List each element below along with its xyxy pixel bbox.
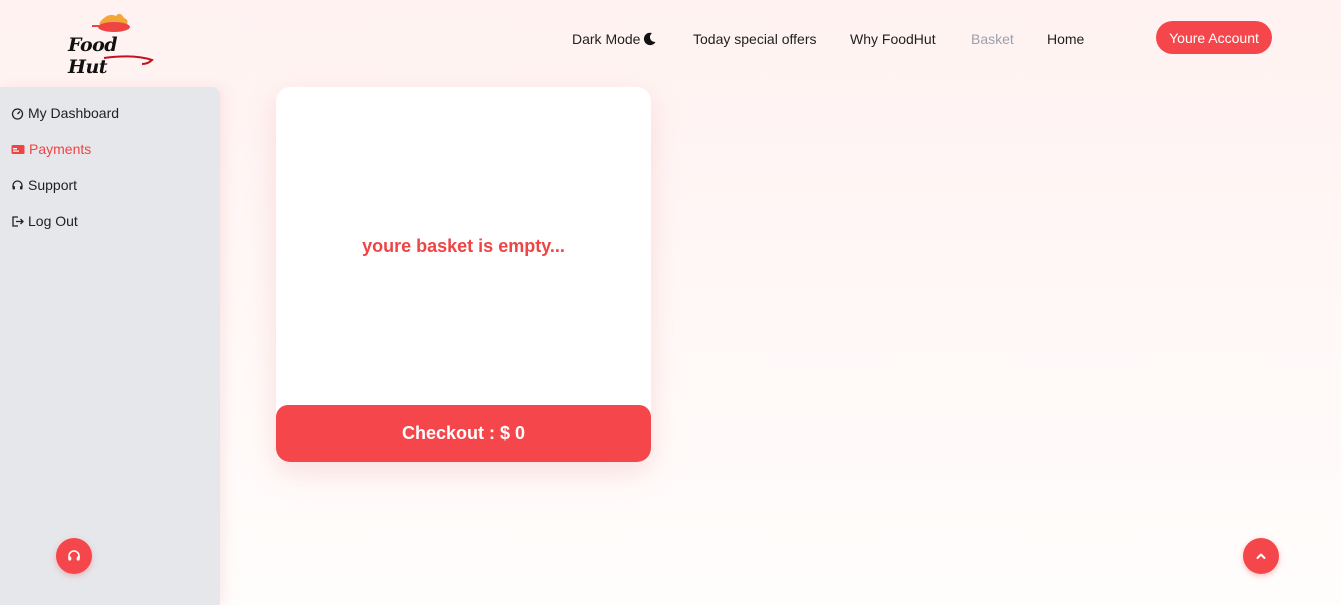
logout-icon: [12, 215, 24, 227]
nav-basket[interactable]: Basket: [971, 31, 1014, 47]
headset-icon: [68, 550, 80, 561]
moon-icon: [644, 32, 656, 46]
basket-empty-message: youre basket is empty...: [362, 236, 565, 256]
sidebar: My Dashboard Payments Support Log Out: [0, 87, 220, 605]
chevron-up-icon: [1256, 553, 1266, 559]
scroll-to-top-button[interactable]: [1243, 538, 1279, 574]
dark-mode-label: Dark Mode: [572, 31, 641, 47]
nav-today-special-offers[interactable]: Today special offers: [693, 31, 816, 47]
sidebar-item-payments[interactable]: Payments: [11, 141, 91, 157]
basket-card: youre basket is empty... Checkout : $ 0: [276, 87, 651, 462]
sidebar-item-support[interactable]: Support: [11, 177, 77, 193]
sidebar-item-label: Support: [28, 177, 78, 193]
sidebar-item-logout[interactable]: Log Out: [11, 213, 78, 229]
sidebar-item-label: Log Out: [28, 213, 78, 229]
nav-why-foodhut[interactable]: Why FoodHut: [850, 31, 936, 47]
sidebar-item-dashboard[interactable]: My Dashboard: [11, 105, 119, 121]
gauge-icon: [11, 107, 24, 120]
sidebar-item-label: Payments: [29, 141, 92, 157]
food-hut-logo[interactable]: Food Hut: [64, 10, 160, 78]
sidebar-item-label: My Dashboard: [28, 105, 120, 121]
brand-name: Food Hut: [68, 34, 118, 78]
support-chat-button[interactable]: [56, 538, 92, 574]
nav-home[interactable]: Home: [1047, 31, 1084, 47]
headset-icon: [12, 179, 23, 189]
checkout-button[interactable]: Checkout : $ 0: [276, 405, 651, 462]
credit-card-icon: [11, 144, 25, 154]
your-account-button[interactable]: Youre Account: [1156, 21, 1272, 54]
dark-mode-toggle[interactable]: Dark Mode: [572, 31, 656, 47]
